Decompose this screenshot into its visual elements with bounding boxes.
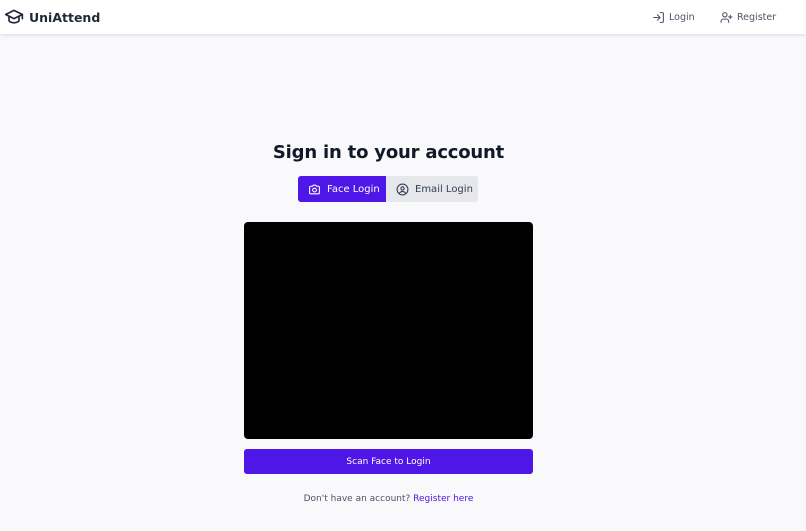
nav-register-link[interactable]: Register	[720, 7, 776, 27]
tab-email-login-label: Email Login	[415, 183, 473, 195]
user-circle-icon	[396, 183, 409, 195]
page-title: Sign in to your account	[272, 142, 505, 163]
tab-email-login[interactable]: Email Login	[386, 176, 478, 202]
graduation-cap-icon	[4, 9, 24, 24]
app-name: UniAttend	[29, 9, 101, 25]
nav-login-label: Login	[669, 11, 695, 23]
tab-face-login-label: Face Login	[327, 183, 380, 195]
user-plus-icon	[720, 11, 733, 23]
login-arrow-icon	[653, 11, 664, 23]
register-prompt: Don't have an account? Register here	[0, 494, 777, 504]
nav-login-link[interactable]: Login	[652, 7, 695, 27]
navbar: UniAttend Login Register	[0, 0, 806, 34]
camera-preview	[244, 222, 533, 439]
register-here-link[interactable]: Register here	[413, 494, 473, 504]
tab-face-login[interactable]: Face Login	[298, 176, 386, 202]
scan-face-button[interactable]: Scan Face to Login	[244, 449, 533, 474]
brand[interactable]: UniAttend	[4, 6, 100, 28]
register-prompt-text: Don't have an account?	[303, 494, 411, 504]
camera-icon	[309, 184, 320, 194]
nav-register-label: Register	[737, 11, 777, 23]
login-method-tabs: Face Login Email Login	[298, 176, 478, 202]
